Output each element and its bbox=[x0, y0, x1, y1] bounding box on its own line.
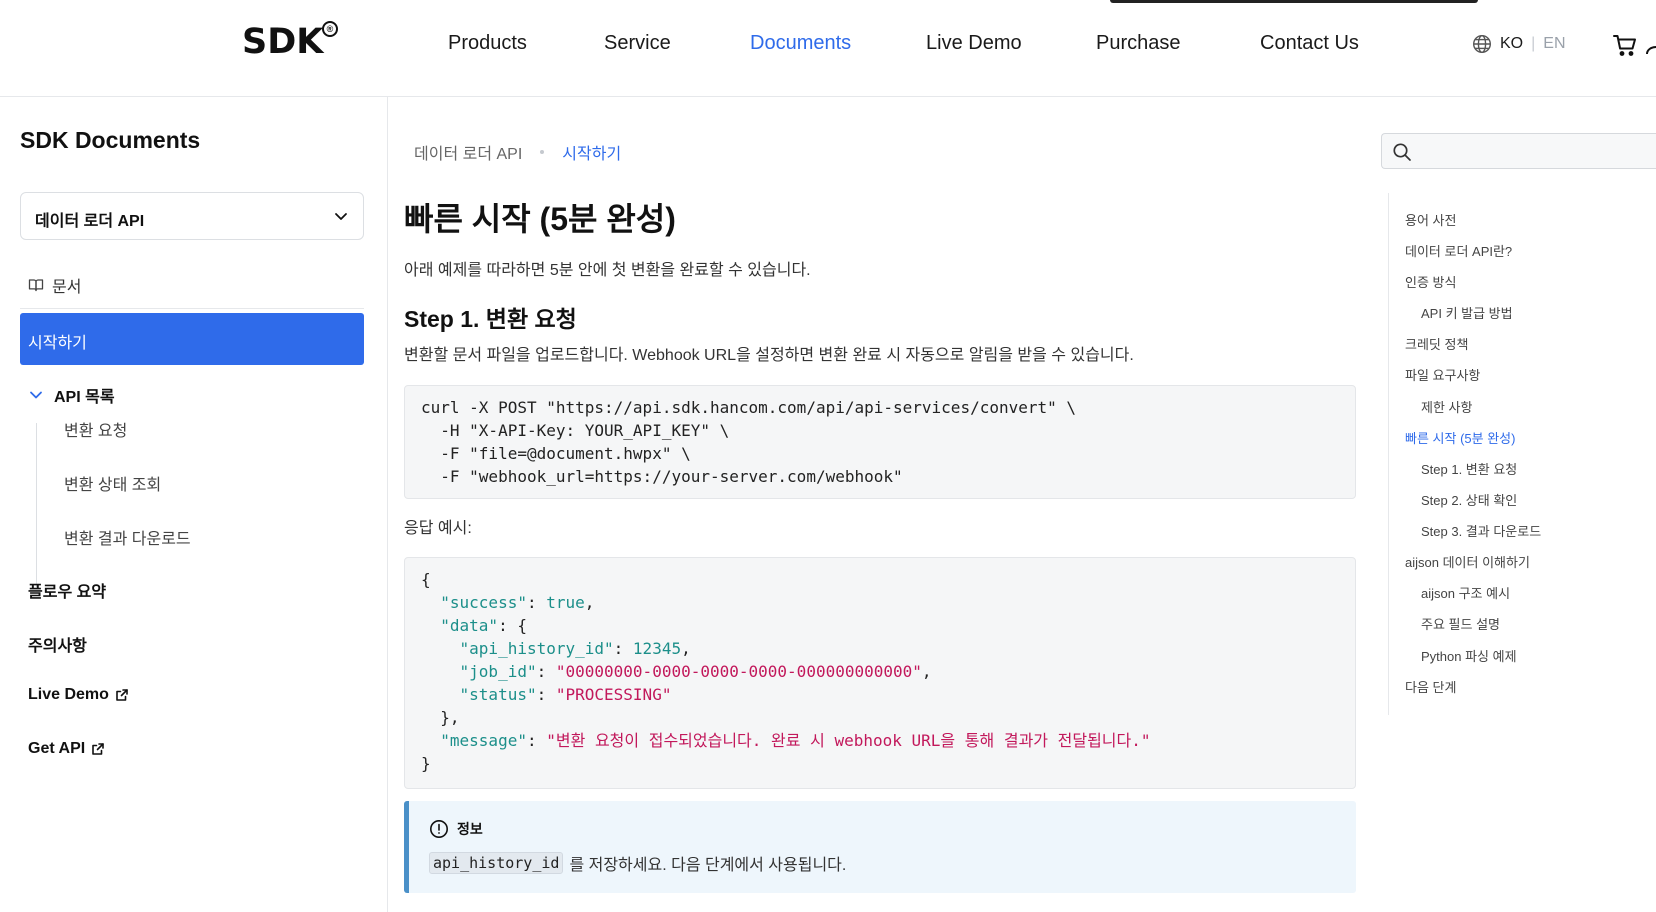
json-key: "status" bbox=[459, 685, 537, 704]
inline-code: api_history_id bbox=[429, 852, 564, 874]
json-value: "변환 요청이 접수되었습니다. 완료 시 webhook URL을 통해 결과… bbox=[546, 731, 1151, 750]
user-icon[interactable] bbox=[1646, 34, 1656, 56]
sidebar-item-convert-status[interactable]: 변환 상태 조회 bbox=[64, 471, 161, 495]
toc-divider bbox=[1388, 193, 1389, 715]
nav-purchase[interactable]: Purchase bbox=[1096, 32, 1181, 55]
chevron-down-icon bbox=[335, 213, 347, 220]
sidebar-item-flow-summary[interactable]: 플로우 요약 bbox=[28, 578, 106, 602]
toc-item-next-steps[interactable]: 다음 단계 bbox=[1405, 677, 1456, 696]
globe-icon[interactable] bbox=[1472, 34, 1492, 54]
link-label: Get API bbox=[28, 740, 86, 757]
toc-item-step3[interactable]: Step 3. 결과 다운로드 bbox=[1421, 521, 1541, 540]
registered-mark: ® bbox=[322, 21, 338, 37]
sidebar-item-live-demo[interactable]: Live Demo bbox=[28, 686, 129, 704]
info-title-text: 정보 bbox=[457, 821, 483, 837]
toc-item-auth[interactable]: 인증 방식 bbox=[1405, 272, 1456, 291]
link-label: 주의사항 bbox=[28, 638, 87, 655]
sidebar-divider bbox=[20, 308, 364, 309]
code-line: -F "file=@document.hwpx" \ bbox=[421, 444, 691, 463]
json-key: "data" bbox=[440, 616, 499, 635]
external-link-icon bbox=[116, 689, 128, 701]
sidebar-item-convert-download[interactable]: 변환 결과 다운로드 bbox=[64, 525, 191, 549]
external-link-icon bbox=[92, 743, 105, 755]
json-key: "api_history_id" bbox=[459, 639, 614, 658]
link-label: Live Demo bbox=[28, 686, 109, 703]
sidebar-item-get-api[interactable]: Get API bbox=[28, 740, 105, 758]
breadcrumb: 데이터 로더 API 시작하기 bbox=[414, 140, 621, 164]
link-label: 플로우 요약 bbox=[28, 584, 107, 601]
api-select[interactable]: 데이터 로더 API bbox=[20, 192, 364, 240]
top-overlay-bar bbox=[1110, 0, 1478, 3]
toc-item-quick-start[interactable]: 빠른 시작 (5분 완성) bbox=[1405, 428, 1515, 447]
toc-item-python[interactable]: Python 파싱 예제 bbox=[1421, 646, 1517, 665]
nav-live-demo[interactable]: Live Demo bbox=[926, 32, 1022, 55]
toc-item-api-key[interactable]: API 키 발급 방법 bbox=[1421, 303, 1513, 322]
sidebar: SDK Documents 데이터 로더 API 문서 시작하기 API 목록 … bbox=[0, 97, 388, 912]
json-value: 12345 bbox=[632, 639, 682, 658]
sidebar-group-api-list[interactable]: API 목록 bbox=[28, 383, 115, 407]
intro-text: 아래 예제를 따라하면 5분 안에 첫 변환을 완료할 수 있습니다. bbox=[404, 262, 811, 279]
logo[interactable]: SDK bbox=[242, 22, 323, 62]
lang-ko[interactable]: KO bbox=[1500, 35, 1523, 53]
code-line: curl -X POST "https://api.sdk.hancom.com… bbox=[421, 398, 1077, 417]
code-line: -H "X-API-Key: YOUR_API_KEY" \ bbox=[421, 421, 730, 440]
json-value: "00000000-0000-0000-0000-000000000000" bbox=[555, 662, 922, 681]
sidebar-item-getting-started[interactable]: 시작하기 bbox=[20, 313, 364, 365]
breadcrumb-current[interactable]: 시작하기 bbox=[562, 140, 621, 164]
info-body-text: 를 저장하세요. 다음 단계에서 사용됩니다. bbox=[569, 857, 847, 874]
lang-en[interactable]: EN bbox=[1543, 35, 1565, 53]
search-input[interactable] bbox=[1381, 133, 1656, 169]
info-callout: 정보 api_history_id 를 저장하세요. 다음 단계에서 사용됩니다… bbox=[404, 801, 1356, 893]
response-label: 응답 예시: bbox=[404, 520, 472, 537]
info-body: api_history_id 를 저장하세요. 다음 단계에서 사용됩니다. bbox=[429, 851, 846, 875]
site-header: SDK ® Products Service Documents Live De… bbox=[0, 0, 1656, 97]
breadcrumb-parent[interactable]: 데이터 로더 API bbox=[414, 140, 522, 164]
sidebar-docs-header: 문서 bbox=[28, 273, 81, 297]
toc-item-limits[interactable]: 제한 사항 bbox=[1421, 397, 1472, 416]
toc-item-credit[interactable]: 크레딧 정책 bbox=[1405, 334, 1468, 353]
toc-item-aijson[interactable]: aijson 데이터 이해하기 bbox=[1405, 552, 1530, 571]
sidebar-title: SDK Documents bbox=[20, 127, 201, 153]
toc-item-step2[interactable]: Step 2. 상태 확인 bbox=[1421, 490, 1517, 509]
step1-heading: Step 1. 변환 요청 bbox=[404, 306, 577, 332]
nav-products[interactable]: Products bbox=[448, 32, 527, 55]
nav-service[interactable]: Service bbox=[604, 32, 671, 55]
lang-separator: | bbox=[1531, 35, 1536, 52]
page-title: 빠른 시작 (5분 완성) bbox=[404, 201, 676, 237]
nav-documents[interactable]: Documents bbox=[750, 32, 851, 55]
api-select-value: 데이터 로더 API bbox=[35, 213, 145, 230]
exclamation-circle-icon bbox=[430, 820, 448, 838]
json-key: "message" bbox=[440, 731, 527, 750]
search-icon bbox=[1393, 143, 1411, 161]
language-switcher: KO | EN bbox=[1472, 34, 1566, 54]
json-value: "PROCESSING" bbox=[555, 685, 672, 704]
sidebar-item-notes[interactable]: 주의사항 bbox=[28, 632, 87, 656]
tree-line bbox=[36, 423, 37, 587]
toc-item-what-is-api[interactable]: 데이터 로더 API란? bbox=[1405, 241, 1512, 260]
toc-item-fields[interactable]: 주요 필드 설명 bbox=[1421, 614, 1500, 633]
docs-label: 문서 bbox=[52, 279, 82, 296]
toc-item-file-req[interactable]: 파일 요구사항 bbox=[1405, 365, 1480, 384]
json-response-block[interactable]: { "success": true, "data": { "api_histor… bbox=[404, 557, 1356, 789]
sidebar-item-convert-request[interactable]: 변환 요청 bbox=[64, 417, 127, 441]
nav-contact-us[interactable]: Contact Us bbox=[1260, 32, 1359, 55]
curl-code-block[interactable]: curl -X POST "https://api.sdk.hancom.com… bbox=[404, 385, 1356, 499]
json-key: "job_id" bbox=[459, 662, 537, 681]
book-icon bbox=[28, 279, 44, 292]
breadcrumb-separator bbox=[540, 150, 545, 154]
step1-description: 변환할 문서 파일을 업로드합니다. Webhook URL을 설정하면 변환 … bbox=[404, 347, 1134, 364]
toc-item-step1[interactable]: Step 1. 변환 요청 bbox=[1421, 459, 1517, 478]
info-title: 정보 bbox=[429, 819, 483, 839]
json-key: "success" bbox=[440, 593, 527, 612]
code-line: -F "webhook_url=https://your-server.com/… bbox=[421, 467, 903, 486]
chevron-down-icon bbox=[30, 391, 42, 399]
toc-item-aijson-example[interactable]: aijson 구조 예시 bbox=[1421, 583, 1510, 602]
toc-item-glossary[interactable]: 용어 사전 bbox=[1405, 210, 1456, 229]
json-value: true bbox=[546, 593, 585, 612]
group-label: API 목록 bbox=[54, 389, 115, 406]
cart-icon[interactable] bbox=[1612, 32, 1638, 58]
